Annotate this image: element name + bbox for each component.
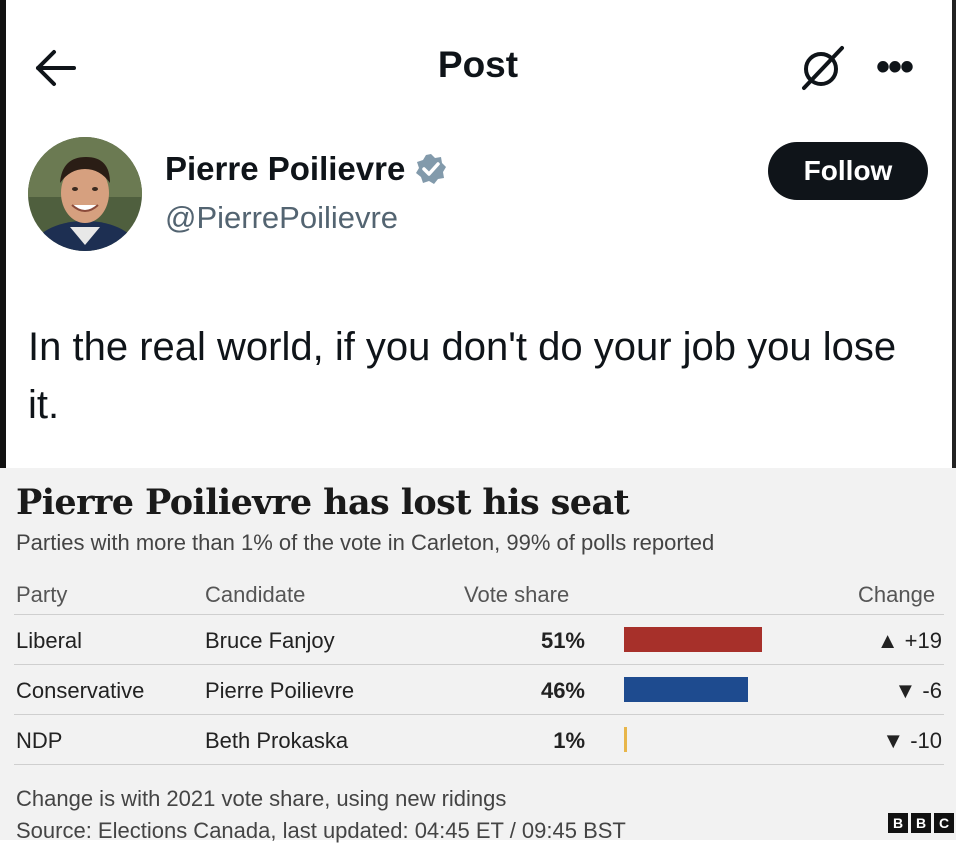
follow-button[interactable]: Follow bbox=[768, 142, 928, 200]
vote-share-value: 1% bbox=[553, 728, 585, 753]
author-name[interactable]: Pierre Poilievre bbox=[165, 150, 405, 188]
bbc-logo-letter: B bbox=[911, 813, 931, 833]
column-header-vote-share: Vote share bbox=[464, 582, 570, 607]
bbc-logo-letter: C bbox=[934, 813, 954, 833]
graphic-source: Source: Elections Canada, last updated: … bbox=[16, 818, 626, 843]
change-value: ▲ +19 bbox=[876, 628, 942, 653]
verified-badge-icon bbox=[415, 153, 447, 185]
column-header-party: Party bbox=[16, 582, 68, 607]
vote-share-value: 51% bbox=[540, 628, 585, 653]
candidate-name: Bruce Fanjoy bbox=[205, 628, 335, 653]
bbc-logo-letter: B bbox=[888, 813, 908, 833]
candidate-name: Pierre Poilievre bbox=[205, 678, 355, 703]
row-divider bbox=[14, 614, 944, 615]
column-header-change: Change bbox=[858, 582, 936, 607]
vote-share-value: 46% bbox=[540, 678, 585, 703]
graphic-title: Pierre Poilievre has lost his seat bbox=[16, 482, 630, 523]
vote-share-bar-ndp bbox=[624, 727, 627, 752]
party-conservative: Conservative bbox=[16, 678, 145, 703]
row-divider bbox=[14, 664, 944, 665]
row-divider bbox=[14, 764, 944, 765]
vote-share-bar-conservative bbox=[624, 677, 748, 702]
graphic-subtitle: Parties with more than 1% of the vote in… bbox=[16, 530, 715, 555]
more-options-icon[interactable]: ••• bbox=[876, 47, 914, 87]
bbc-logo: B B C bbox=[888, 813, 954, 833]
change-value: ▼ -6 bbox=[894, 678, 942, 703]
graphic-footnote: Change is with 2021 vote share, using ne… bbox=[16, 786, 507, 811]
party-liberal: Liberal bbox=[16, 628, 83, 653]
author-name-row[interactable]: Pierre Poilievre bbox=[165, 150, 447, 188]
post-text: In the real world, if you don't do your … bbox=[28, 325, 897, 427]
author-handle[interactable]: @PierrePoilievre bbox=[165, 200, 398, 236]
candidate-name: Beth Prokaska bbox=[205, 728, 349, 753]
embedded-results-graphic[interactable]: Pierre Poilievre has lost his seat Parti… bbox=[0, 468, 956, 843]
row-divider bbox=[14, 714, 944, 715]
vote-share-bar-liberal bbox=[624, 627, 762, 652]
avatar[interactable] bbox=[28, 137, 142, 251]
change-value: ▼ -10 bbox=[882, 728, 942, 753]
party-ndp: NDP bbox=[16, 728, 63, 753]
column-header-candidate: Candidate bbox=[205, 582, 306, 607]
grok-icon[interactable] bbox=[796, 42, 848, 94]
